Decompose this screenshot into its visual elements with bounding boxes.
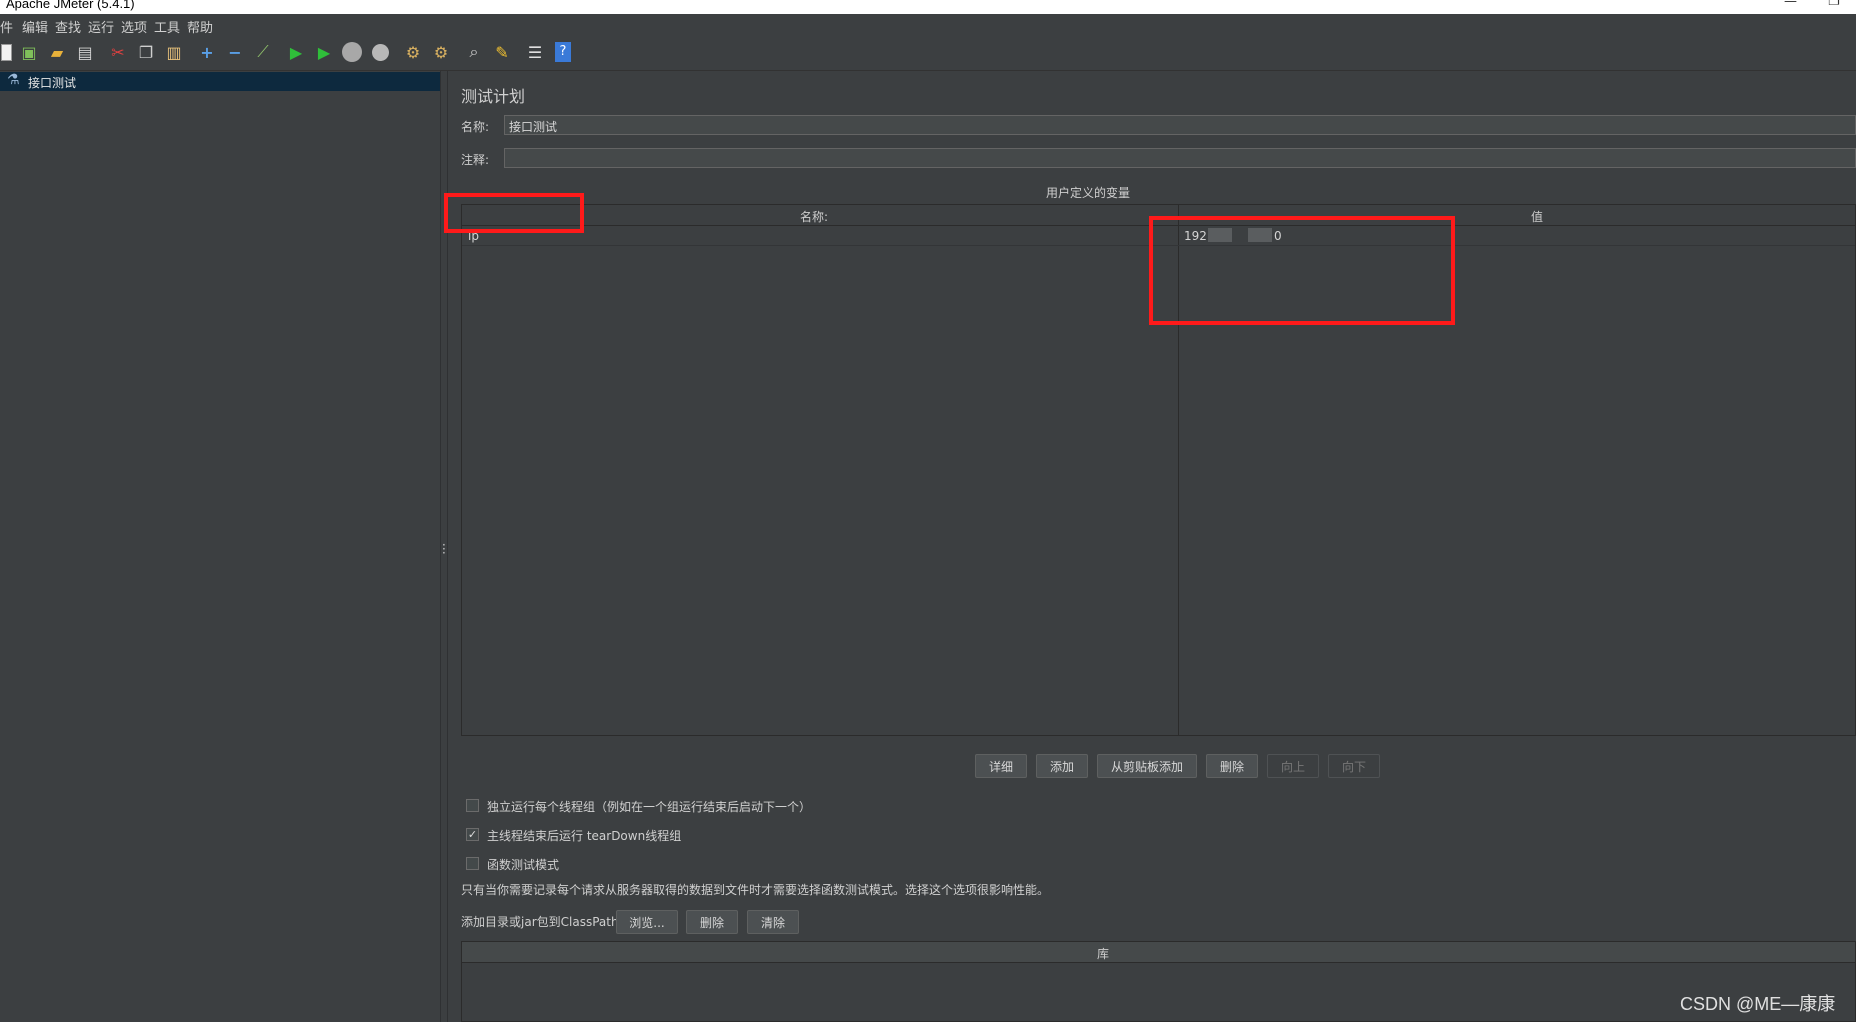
teardown-checkbox[interactable]: ✓ [466, 828, 479, 841]
reset-search-icon[interactable]: ✎ [491, 41, 513, 63]
copy-icon[interactable]: ❐ [135, 41, 157, 63]
stop-icon[interactable] [341, 41, 363, 63]
help-icon[interactable]: ? [552, 41, 574, 63]
paste-icon[interactable]: ▥ [163, 41, 185, 63]
name-field[interactable]: 接口测试 [504, 115, 1856, 135]
menu-edit[interactable]: 编辑 [22, 17, 48, 36]
add-button[interactable]: 添加 [1036, 754, 1088, 778]
shutdown-icon[interactable] [369, 41, 391, 63]
menu-run[interactable]: 运行 [88, 17, 114, 36]
start-icon[interactable]: ▶ [285, 41, 307, 63]
restore-icon[interactable]: ❐ [1828, 0, 1840, 9]
expand-icon[interactable]: + [196, 41, 218, 63]
classpath-label: 添加目录或jar包到ClassPath [461, 915, 619, 929]
watermark: CSDN @ME—康康 [1680, 994, 1836, 1014]
tree-item-label: 接口测试 [28, 76, 77, 90]
library-column-header[interactable]: 库 [462, 945, 1744, 962]
functional-mode-note: 只有当你需要记录每个请求从服务器取得的数据到文件时才需要选择函数测试模式。选择这… [461, 883, 1050, 897]
name-label: 名称: [461, 120, 490, 134]
test-plan-panel: 测试计划 名称: 接口测试 注释: 用户定义的变量 名称: 值 ip 192. … [444, 71, 1856, 1022]
browse-button[interactable]: 浏览... [616, 910, 678, 934]
detail-button[interactable]: 详细 [975, 754, 1027, 778]
column-header-value[interactable]: 值 [1531, 208, 1543, 225]
comment-label: 注释: [461, 153, 490, 167]
menu-bar: 件 编辑 查找 运行 选项 工具 帮助 [0, 14, 1856, 37]
delete-button[interactable]: 删除 [1206, 754, 1258, 778]
flask-icon: ⚗ [7, 72, 20, 88]
menu-options[interactable]: 选项 [121, 17, 147, 36]
move-up-button[interactable]: 向上 [1267, 754, 1319, 778]
variables-title: 用户定义的变量 [1045, 186, 1130, 200]
teardown-label: 主线程结束后运行 tearDown线程组 [487, 829, 682, 843]
classpath-clear-button[interactable]: 清除 [747, 910, 799, 934]
functional-mode-checkbox[interactable] [466, 857, 479, 870]
start-no-pauses-icon[interactable]: ▶ [313, 41, 335, 63]
add-from-clipboard-button[interactable]: 从剪贴板添加 [1097, 754, 1197, 778]
menu-help[interactable]: 帮助 [187, 17, 213, 36]
templates-icon[interactable]: ▣ [18, 41, 40, 63]
serialize-checkbox[interactable] [466, 799, 479, 812]
serialize-label: 独立运行每个线程组（例如在一个组运行结束后启动下一个） [487, 800, 812, 814]
library-header: 库 [462, 942, 1855, 963]
clear-all-icon[interactable]: ⚙ [430, 41, 452, 63]
test-tree: ⚗ 接口测试 [0, 71, 440, 1022]
save-icon[interactable]: ▤ [74, 41, 96, 63]
drag-handle-icon[interactable]: · · · [442, 539, 446, 559]
function-helper-icon[interactable]: ☰ [524, 41, 546, 63]
functional-mode-label: 函数测试模式 [487, 858, 560, 872]
classpath-delete-button[interactable]: 删除 [686, 910, 738, 934]
cut-icon[interactable]: ✂ [107, 41, 129, 63]
clear-icon[interactable]: ⚙ [402, 41, 424, 63]
toolbar: ▣ ▰ ▤ ✂ ❐ ▥ + − ⟋ ▶ ▶ ⚙ ⚙ ⌕ ✎ ☰ ? [0, 36, 1856, 71]
title-bar: Apache JMeter (5.4.1) — ❐ [0, 0, 1856, 14]
search-icon[interactable]: ⌕ [463, 41, 485, 63]
toggle-icon[interactable]: ⟋ [252, 41, 274, 63]
collapse-icon[interactable]: − [224, 41, 246, 63]
new-icon[interactable] [0, 41, 12, 63]
page-title: 测试计划 [461, 87, 526, 106]
highlight-box-name [444, 193, 584, 233]
open-icon[interactable]: ▰ [46, 41, 68, 63]
tree-item-test-plan[interactable]: ⚗ 接口测试 [0, 72, 440, 91]
window-title: Apache JMeter (5.4.1) [6, 0, 135, 11]
menu-search[interactable]: 查找 [55, 17, 81, 36]
menu-file[interactable]: 件 [0, 17, 13, 36]
move-down-button[interactable]: 向下 [1328, 754, 1380, 778]
menu-tools[interactable]: 工具 [154, 17, 180, 36]
column-header-name[interactable]: 名称: [800, 208, 828, 225]
highlight-box-value [1149, 216, 1455, 325]
library-table: 库 [461, 941, 1856, 1022]
comment-field[interactable] [504, 148, 1856, 168]
minimize-icon[interactable]: — [1784, 0, 1797, 9]
